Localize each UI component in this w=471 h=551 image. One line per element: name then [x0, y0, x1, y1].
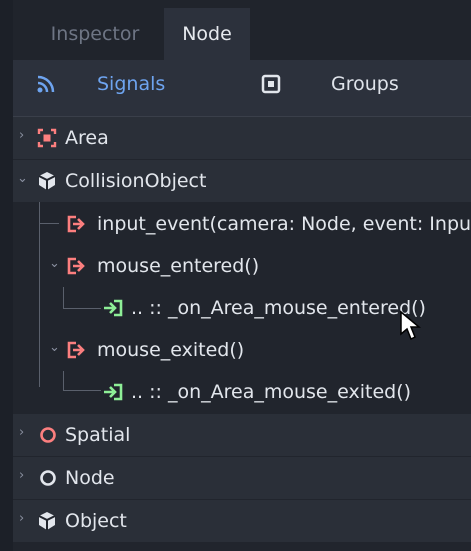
tree-section-label: Spatial — [65, 424, 131, 446]
slot-icon — [104, 299, 123, 317]
connection-label: .. :: _on_Area_mouse_exited() — [131, 381, 412, 403]
tree-section-label: Object — [65, 510, 127, 532]
tree-section-collision-object[interactable]: ⌄ CollisionObject — [13, 160, 471, 202]
mouse-cursor-icon — [400, 310, 421, 341]
signals-button[interactable]: Signals — [25, 60, 215, 108]
signal-label: mouse_entered() — [97, 255, 260, 277]
chevron-down-icon[interactable]: ⌄ — [17, 172, 28, 185]
signal-icon — [67, 341, 85, 359]
tree-section-spatial[interactable]: › Spatial — [13, 414, 471, 456]
spatial-icon — [40, 427, 56, 443]
node-dock-toolbar: Signals Groups — [13, 60, 471, 108]
area-icon — [37, 128, 57, 148]
tree-section-area[interactable]: › Area — [13, 117, 471, 159]
dock-menu-icon[interactable]: ⋮ — [465, 20, 471, 48]
groups-button-label: Groups — [331, 73, 399, 95]
tree-section-node[interactable]: › Node — [13, 457, 471, 499]
collision-object-icon — [38, 172, 56, 190]
chevron-down-icon[interactable]: ⌄ — [49, 341, 60, 354]
connection-on-area-mouse-exited[interactable]: .. :: _on_Area_mouse_exited() — [13, 371, 471, 413]
tab-inspector-label: Inspector — [50, 23, 140, 45]
chevron-down-icon[interactable]: ⌄ — [49, 257, 60, 270]
node-icon — [40, 470, 56, 486]
tab-node-label: Node — [182, 23, 232, 45]
tree-section-label: Node — [65, 467, 115, 489]
signals-button-label: Signals — [97, 73, 166, 95]
signal-label: mouse_exited() — [97, 339, 245, 361]
groups-button[interactable]: Groups — [257, 60, 457, 108]
signals-icon — [37, 75, 55, 93]
dock-tab-bar: Inspector Node ⋮ — [13, 0, 471, 60]
signal-icon — [67, 215, 85, 233]
chevron-right-icon[interactable]: › — [19, 129, 29, 142]
tab-node[interactable]: Node — [164, 8, 250, 60]
tab-inspector[interactable]: Inspector — [26, 8, 164, 60]
tree-section-label: CollisionObject — [65, 170, 207, 192]
chevron-right-icon[interactable]: › — [19, 426, 29, 439]
signal-icon — [67, 257, 85, 275]
tree-section-label: Area — [65, 127, 109, 149]
object-icon — [38, 512, 56, 530]
chevron-right-icon[interactable]: › — [19, 512, 29, 525]
slot-icon — [104, 383, 123, 401]
tree-section-object[interactable]: › Object — [13, 500, 471, 542]
groups-icon — [261, 74, 281, 94]
signals-tree[interactable]: › Area ⌄ CollisionObject input_event(cam… — [13, 116, 471, 551]
connection-label: .. :: _on_Area_mouse_entered() — [131, 297, 426, 319]
chevron-right-icon[interactable]: › — [19, 469, 29, 482]
node-dock-panel: Signals Groups › Area ⌄ CollisionObject … — [13, 60, 471, 551]
signal-mouse-entered[interactable]: ⌄ mouse_entered() — [13, 245, 471, 287]
signal-label: input_event(camera: Node, event: InputEv… — [97, 213, 471, 235]
signal-input-event[interactable]: input_event(camera: Node, event: InputEv… — [13, 203, 471, 245]
